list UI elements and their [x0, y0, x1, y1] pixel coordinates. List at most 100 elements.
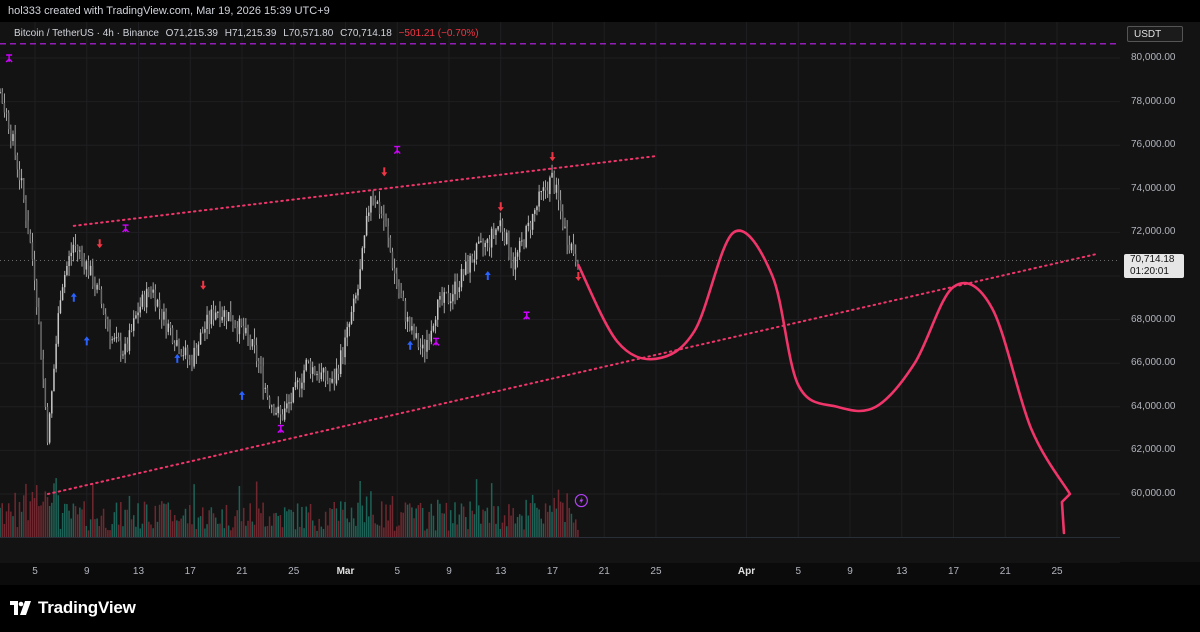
candle-body — [208, 314, 210, 325]
volume-bar — [484, 511, 486, 537]
volume-bar — [156, 521, 159, 537]
candle-body — [339, 350, 342, 374]
volume-bar — [372, 514, 374, 537]
candle-body — [201, 332, 204, 334]
candle-body — [240, 318, 243, 326]
volume-bar — [458, 514, 461, 537]
volume-bar — [460, 503, 463, 537]
candle-body — [327, 380, 329, 383]
candle-body — [189, 359, 191, 361]
candle-body — [165, 311, 167, 332]
candle-body — [29, 234, 32, 243]
volume-bar — [512, 508, 514, 537]
volume-bar — [247, 520, 249, 537]
candle-body — [447, 293, 450, 304]
candle-body — [31, 242, 34, 260]
candle-body — [557, 184, 560, 201]
volume-bar — [89, 519, 92, 537]
price-chart[interactable] — [0, 22, 1120, 537]
ohlc-open: O71,215.39 — [165, 28, 218, 39]
volume-bar — [572, 522, 575, 537]
candle-body — [355, 295, 357, 299]
volume-bar — [527, 515, 530, 537]
time-axis-label: 25 — [1051, 566, 1063, 577]
volume-bar — [411, 507, 413, 537]
candle-body — [3, 103, 6, 113]
volume-bar — [100, 515, 103, 537]
candle-body — [432, 325, 435, 331]
time-axis-label: 13 — [132, 566, 145, 577]
currency-selector[interactable]: USDT — [1127, 26, 1183, 42]
candle-body — [458, 287, 461, 293]
volume-bar — [139, 528, 141, 537]
candle-body — [518, 241, 521, 253]
candle-body — [471, 255, 474, 263]
volume-bar — [314, 525, 316, 537]
candle-body — [128, 330, 131, 351]
candle-body — [527, 222, 530, 227]
volume-bar — [128, 495, 131, 537]
candle-body — [570, 243, 573, 251]
candle-body — [154, 289, 157, 307]
candle-body — [199, 332, 202, 345]
volume-bar — [374, 523, 376, 537]
volume-bar — [120, 502, 122, 537]
volume-bar — [419, 502, 422, 537]
volume-bar — [130, 519, 133, 537]
candle-body — [506, 232, 508, 245]
volume-bar — [132, 515, 135, 537]
time-axis-label: 5 — [32, 566, 38, 577]
volume-bar — [406, 504, 409, 537]
candle-body — [324, 368, 327, 381]
price-axis-label: 78,000.00 — [1131, 95, 1176, 107]
time-axis-label: 9 — [83, 566, 90, 577]
tradingview-logo[interactable]: TradingView — [10, 598, 136, 618]
volume-bar — [516, 516, 519, 537]
volume-bar — [449, 510, 452, 537]
candle-body — [55, 343, 57, 369]
candle-body — [434, 319, 437, 326]
volume-bar — [404, 502, 407, 537]
volume-bar — [452, 523, 454, 537]
volume-bar — [10, 511, 12, 537]
time-axis-label: 17 — [184, 566, 196, 577]
volume-bar — [169, 509, 172, 537]
candle-body — [329, 382, 331, 384]
candle-body — [316, 373, 318, 375]
volume-bar — [0, 507, 1, 537]
volume-bar — [268, 516, 271, 537]
candle-body — [320, 372, 323, 380]
volume-bar — [311, 520, 314, 537]
volume-bar — [299, 526, 301, 537]
candle-body — [488, 239, 491, 248]
candle-body — [549, 177, 551, 195]
volume-bar — [18, 501, 21, 537]
volume-bar — [562, 502, 564, 537]
volume-bar — [212, 513, 215, 537]
time-axis[interactable] — [0, 537, 1120, 563]
candle-body — [130, 330, 133, 332]
volume-bar — [396, 526, 398, 537]
candle-body — [480, 241, 482, 243]
volume-bar — [104, 527, 107, 537]
candle-body — [242, 325, 245, 334]
candle-body — [214, 312, 217, 320]
candle-body — [234, 325, 236, 328]
candle-body — [33, 259, 36, 281]
buy-signal-arrow — [238, 390, 245, 400]
volume-bar — [201, 507, 204, 537]
candle-body — [514, 256, 517, 270]
candle-body — [161, 308, 163, 320]
candle-body — [230, 311, 232, 322]
candle-body — [288, 402, 290, 404]
candle-body — [137, 312, 139, 316]
candle-body — [264, 387, 267, 389]
candle-body — [139, 306, 141, 313]
volume-bar — [327, 525, 329, 537]
candle-body — [120, 340, 122, 356]
volume-bar — [199, 516, 202, 537]
volume-bar — [331, 509, 333, 537]
candle-body — [10, 129, 12, 141]
lightning-bolt — [579, 496, 584, 505]
candle-body — [217, 311, 219, 313]
